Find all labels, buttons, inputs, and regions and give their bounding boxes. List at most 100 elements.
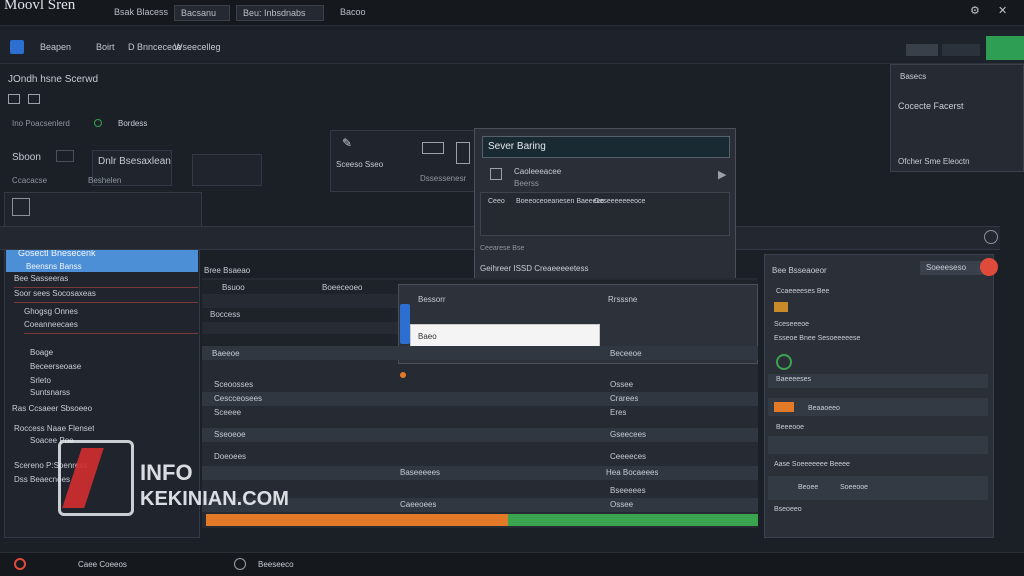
panel-icon[interactable] bbox=[12, 198, 30, 216]
refresh-icon[interactable] bbox=[984, 230, 998, 244]
group-item[interactable]: Boage bbox=[30, 348, 53, 357]
table-row[interactable] bbox=[202, 466, 758, 480]
table-cell: Gseecees bbox=[610, 430, 647, 439]
right-item[interactable]: Aase Soeeeeeee Beeee bbox=[774, 461, 850, 468]
tab-2[interactable]: Bacsanu bbox=[174, 5, 230, 21]
status-dot-icon bbox=[94, 119, 102, 127]
table-cell: Bsuoo bbox=[222, 283, 245, 292]
popup-scroll-indicator[interactable] bbox=[400, 304, 410, 344]
footer-item[interactable]: Roccess Naae Flenset bbox=[14, 424, 94, 433]
list-item[interactable]: Soor sees Socosaxeas bbox=[14, 289, 198, 303]
right-item[interactable]: Ccaeeeeses Bee bbox=[776, 288, 829, 295]
right-top-item[interactable]: Cocecte Facerst bbox=[898, 101, 964, 111]
home-icon[interactable] bbox=[10, 40, 24, 54]
dialog-row2-c: Geseeeeeeeoce bbox=[594, 198, 646, 205]
list-item[interactable]: Coeanneecaes bbox=[24, 320, 198, 334]
group-item[interactable]: Srleto bbox=[30, 376, 51, 385]
table-cell: Bseeeees bbox=[610, 486, 646, 495]
app-title: Moovl Sren bbox=[4, 0, 76, 13]
right-item[interactable]: Beaaoeeo bbox=[808, 405, 840, 412]
dropdown-icon[interactable] bbox=[56, 150, 74, 162]
right-row[interactable] bbox=[768, 398, 988, 416]
table-header-cell: Bessorr bbox=[418, 295, 446, 304]
right-top-item[interactable]: Ofcher Sme Eleoctn bbox=[898, 157, 970, 166]
table-row[interactable] bbox=[202, 428, 758, 442]
right-row[interactable] bbox=[768, 436, 988, 454]
input-box[interactable] bbox=[410, 324, 600, 348]
dialog-row2-b: Boeeoceoeanesen Baeeeeo bbox=[516, 198, 605, 205]
chevron-right-icon[interactable]: ▶ bbox=[718, 168, 726, 181]
toolbar-item-4[interactable]: Wseecelleg bbox=[174, 42, 221, 56]
document-icon[interactable] bbox=[456, 142, 470, 164]
power-icon[interactable] bbox=[14, 558, 26, 570]
watermark-line1: INFO bbox=[140, 460, 193, 485]
right-top-item[interactable]: Basecs bbox=[900, 72, 926, 81]
dialog-caption: Geihreer ISSD Creaeeeeetess bbox=[480, 264, 589, 273]
table-cell: Caeeoees bbox=[400, 500, 437, 509]
save-icon[interactable] bbox=[28, 94, 40, 104]
table-cell: Hea Bocaeees bbox=[606, 468, 659, 477]
row-a: Ccacacse bbox=[12, 176, 48, 185]
list-item[interactable]: Bee Sasseeras bbox=[14, 274, 198, 288]
right-item[interactable]: Soeeooe bbox=[840, 484, 868, 491]
table-cell: Ossee bbox=[610, 500, 634, 509]
dialog-row2-a: Ceeo bbox=[488, 198, 505, 205]
table-row[interactable] bbox=[202, 346, 758, 360]
row-b: Beshelen bbox=[88, 176, 122, 185]
footer-title: Ras Ccsaeer Sbsoeeo bbox=[12, 404, 93, 413]
close-icon[interactable]: ✕ bbox=[998, 4, 1007, 17]
sub-label-right: Bordess bbox=[118, 119, 148, 128]
toolbar-field[interactable] bbox=[942, 44, 980, 56]
table-row[interactable] bbox=[202, 406, 758, 420]
alert-dot-icon bbox=[400, 372, 406, 378]
table-row[interactable] bbox=[202, 392, 758, 406]
table-cell: Baseeeees bbox=[400, 468, 441, 477]
tab-3[interactable]: Beu: Inbsdnabs bbox=[236, 5, 324, 21]
toolbar-item-1[interactable]: Beapen bbox=[40, 42, 71, 56]
table-cell: Eres bbox=[610, 408, 627, 417]
right-panel-button[interactable]: Soeeeseso bbox=[920, 261, 986, 275]
run-button[interactable] bbox=[986, 36, 1024, 60]
record-icon[interactable] bbox=[980, 258, 998, 276]
pen-icon[interactable]: ✎ bbox=[342, 136, 352, 150]
settings-icon[interactable]: ⚙ bbox=[970, 4, 980, 17]
group-item[interactable]: Beceerseoase bbox=[30, 362, 81, 371]
right-item[interactable]: Esseoe Bnee Sesoeeeeese bbox=[774, 335, 860, 342]
toolbar-item-2[interactable]: Boirt bbox=[96, 42, 115, 56]
tab-4[interactable]: Bacoo bbox=[334, 5, 372, 21]
table-cell: Sceeee bbox=[214, 408, 242, 417]
right-item[interactable]: Beeeooe bbox=[776, 424, 804, 431]
right-item[interactable]: Baeeeeses bbox=[776, 376, 811, 383]
watermark-line2: KEKINIAN.COM bbox=[140, 488, 289, 510]
table-cell: Crarees bbox=[610, 394, 639, 403]
table-cell: Cescceosees bbox=[214, 394, 263, 403]
progress-segment-orange bbox=[206, 514, 508, 526]
main-tab-label: Dnlr Bsesaxlean bbox=[98, 156, 171, 167]
table-cell: Baeeoe bbox=[212, 349, 240, 358]
right-item[interactable]: Bseoeeo bbox=[774, 506, 802, 513]
table-row[interactable] bbox=[202, 378, 758, 392]
right-item[interactable]: Sceseeeoe bbox=[774, 321, 809, 328]
right-panel-title: Bee Bsseaoeor bbox=[772, 266, 827, 275]
folder-icon[interactable] bbox=[8, 94, 20, 104]
tab-1[interactable]: Bsak Blacess bbox=[108, 5, 174, 21]
table-cell: Beceeoe bbox=[610, 349, 642, 358]
box1-label: Sceeso Sseo bbox=[336, 160, 384, 169]
table-cell: Sseoeoe bbox=[214, 430, 246, 439]
list-item[interactable]: Ghogsg Onnes bbox=[24, 307, 78, 316]
toggle-switch[interactable] bbox=[906, 44, 938, 56]
selected-sub: Beensns Banss bbox=[26, 262, 82, 271]
table-row[interactable] bbox=[202, 450, 758, 464]
sub-label: Ino Poacsenlerd bbox=[12, 119, 70, 128]
preview-box[interactable] bbox=[192, 154, 262, 186]
link-icon[interactable] bbox=[422, 142, 444, 154]
status-icon[interactable] bbox=[234, 558, 246, 570]
table-cell: Boeeceoeo bbox=[322, 283, 363, 292]
right-item[interactable]: Beoee bbox=[798, 484, 818, 491]
group-item[interactable]: Suntsnarss bbox=[30, 388, 70, 397]
dialog-footer: Ceearese Bse bbox=[480, 245, 525, 252]
dialog-title: Sever Baring bbox=[488, 141, 546, 152]
folder-icon bbox=[774, 302, 788, 312]
table-header-cell: Rrsssne bbox=[608, 295, 638, 304]
table-cell: Ceeeeces bbox=[610, 452, 647, 461]
